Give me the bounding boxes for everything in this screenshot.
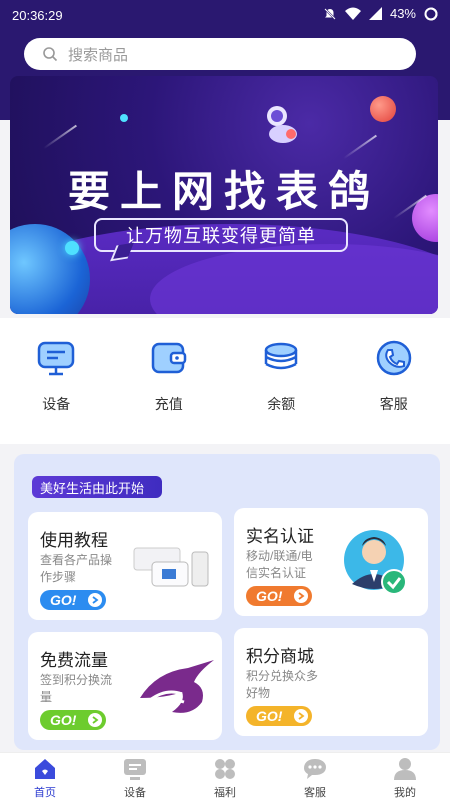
promo-banner[interactable]: 要上网找表鸽 让万物互联变得更简单: [10, 76, 438, 314]
tab-home[interactable]: 首页: [10, 753, 80, 800]
quick-action-label: 余额: [267, 396, 296, 412]
card-description: 签到积分换流量: [40, 673, 113, 704]
bottom-tab-bar: 首页 设备 福利 客服 我的: [0, 752, 450, 800]
user-icon: [394, 758, 416, 780]
home-icon: [35, 759, 55, 779]
wifi-icon: [344, 7, 361, 20]
quick-action-label: 充值: [154, 396, 183, 412]
status-time: 20:36:29: [12, 8, 63, 23]
chat-icon: [304, 759, 326, 779]
banner-streak: [43, 124, 77, 150]
tab-service[interactable]: 客服: [280, 753, 350, 800]
tab-label: 客服: [304, 787, 326, 799]
quick-action-label: 设备: [42, 396, 71, 412]
tab-label: 设备: [124, 787, 146, 799]
search-input[interactable]: 搜索商品: [68, 44, 128, 65]
mute-notification-icon: [324, 7, 336, 20]
card-title: 使用教程: [40, 531, 108, 550]
chevron-right-icon: [294, 589, 308, 603]
banner-slogan: 让万物互联变得更简单: [94, 218, 348, 252]
tab-label: 福利: [214, 787, 236, 799]
search-bar[interactable]: 搜索商品: [24, 38, 416, 70]
signal-icon: [368, 7, 382, 20]
card-free-data[interactable]: 免费流量 签到积分换流量 GO!: [28, 632, 222, 740]
battery-icon: [424, 7, 438, 20]
card-description: 移动/联通/电信实名认证: [246, 549, 313, 580]
battery-percent: 43%: [389, 6, 416, 21]
grid-icon: [215, 759, 235, 779]
banner-star: [65, 241, 79, 255]
promo-tag: 美好生活由此开始: [32, 476, 162, 498]
card-description: 查看各产品操作步骤: [40, 553, 113, 584]
quick-action-label: 客服: [379, 396, 408, 412]
dove-logo: [140, 660, 214, 713]
card-tutorial[interactable]: 使用教程 查看各产品操作步骤 GO!: [28, 512, 222, 620]
search-icon: [43, 47, 58, 62]
banner-orb: [370, 96, 396, 122]
tab-profile[interactable]: 我的: [370, 753, 440, 800]
go-button[interactable]: GO!: [40, 590, 106, 610]
quick-actions: 设备 充值 余额 客服: [0, 318, 450, 444]
banner-streak: [343, 134, 377, 160]
wallet-icon: [151, 342, 186, 374]
card-points-mall[interactable]: 积分商城 积分兑换众多好物 GO!: [234, 628, 428, 736]
card-title: 积分商城: [246, 647, 314, 666]
quick-action-balance[interactable]: 余额: [236, 338, 326, 414]
card-description: 积分兑换众多好物: [246, 669, 319, 700]
card-verification[interactable]: 实名认证 移动/联通/电信实名认证 GO!: [234, 508, 428, 616]
chevron-right-icon: [294, 709, 308, 723]
tab-device[interactable]: 设备: [100, 753, 170, 800]
card-title: 实名认证: [246, 527, 314, 546]
astronaut-icon: [267, 106, 297, 143]
tab-benefits[interactable]: 福利: [190, 753, 260, 800]
verified-user-icon: [344, 530, 407, 595]
banner-planet: [10, 224, 90, 314]
go-button[interactable]: GO!: [40, 710, 106, 730]
banner-star: [120, 114, 128, 122]
quick-action-recharge[interactable]: 充值: [124, 338, 214, 414]
chevron-right-icon: [88, 713, 102, 727]
phone-icon: [376, 340, 411, 376]
card-title: 免费流量: [40, 651, 108, 670]
quick-action-service[interactable]: 客服: [349, 338, 439, 414]
go-button[interactable]: GO!: [246, 706, 312, 726]
banner-headline: 要上网找表鸽: [67, 168, 380, 215]
device-icon: [124, 759, 146, 780]
devices-illustration: [133, 547, 209, 587]
chevron-right-icon: [88, 593, 102, 607]
promo-panel: 美好生活由此开始 使用教程 查看各产品操作步骤 GO! 实名认证 移动/联通/电…: [14, 454, 440, 750]
tab-label: 我的: [394, 787, 416, 799]
status-bar: 20:36:29 43%: [0, 0, 450, 30]
tab-label: 首页: [34, 787, 56, 799]
go-button[interactable]: GO!: [246, 586, 312, 606]
quick-action-device[interactable]: 设备: [11, 338, 101, 414]
monitor-icon: [38, 341, 75, 376]
coins-icon: [265, 342, 298, 370]
